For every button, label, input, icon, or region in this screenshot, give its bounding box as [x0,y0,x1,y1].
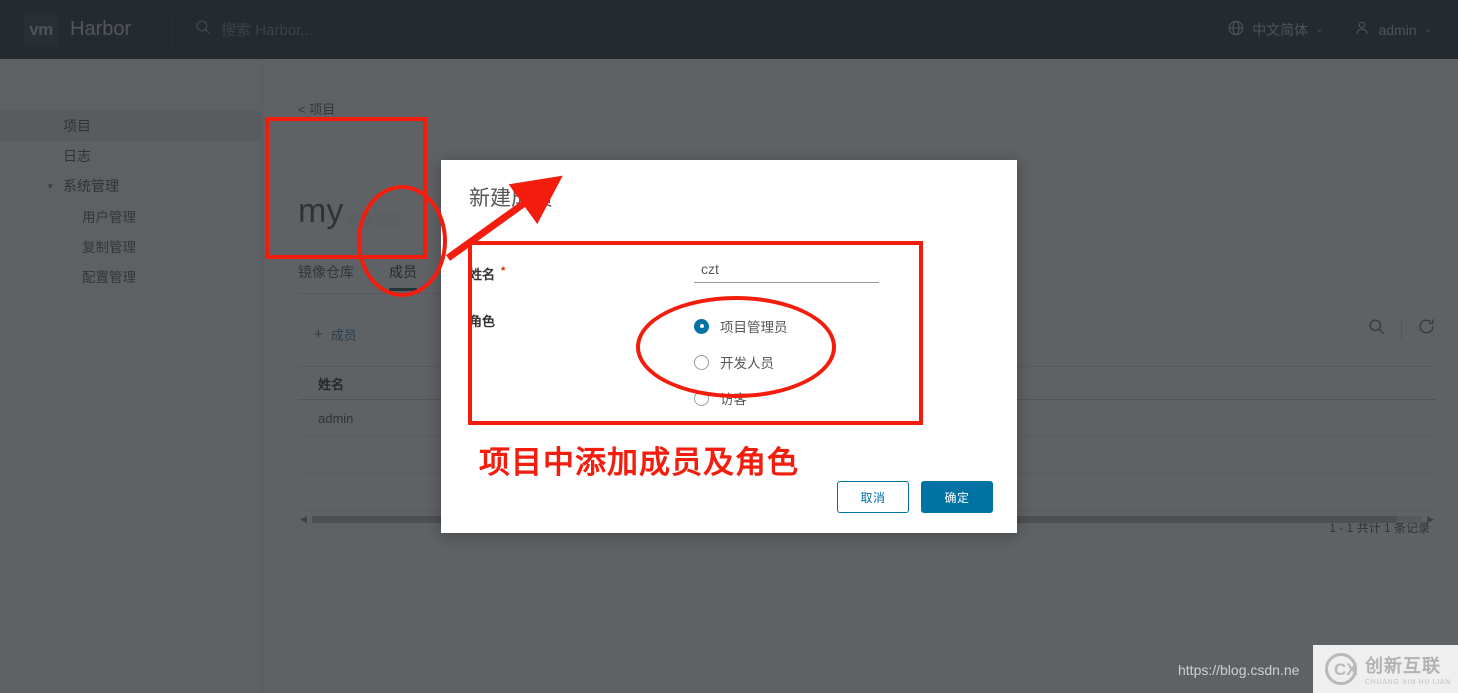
badge-pinyin: CHUANG XIN HU LIAN [1365,679,1452,686]
radio-icon[interactable] [694,390,709,406]
dialog-title: 新建成员 [469,187,553,210]
confirm-button[interactable]: 确定 [921,481,993,513]
name-label-text: 姓名 [469,267,496,282]
radio-option-project-admin[interactable]: 项目管理员 [694,308,788,344]
badge-text: 创新互联 CHUANG XIN HU LIAN [1365,652,1451,686]
radio-icon[interactable] [694,354,709,370]
form-row-role: 角色 项目管理员 开发人员 访客 [469,305,989,416]
screen: vm Harbor 搜索 Harbor... [0,0,1458,693]
badge-chinese-name: 创新互联 [1365,656,1441,676]
name-input[interactable] [694,258,879,283]
required-asterisk: * [501,264,506,277]
radio-option-developer[interactable]: 开发人员 [694,344,788,380]
role-radio-group: 项目管理员 开发人员 访客 [694,305,788,416]
cx-logo-text: CX [1334,660,1358,679]
radio-label: 开发人员 [720,356,774,371]
site-logo-badge: CX 创新互联 CHUANG XIN HU LIAN [1313,645,1458,693]
form-row-name: 姓名 * [469,258,989,283]
radio-option-guest[interactable]: 访客 [694,380,788,416]
add-member-form: 姓名 * 角色 项目管理员 开发人员 访客 [469,258,989,438]
annotation-caption: 项目中添加成员及角色 [479,445,799,480]
role-label: 角色 [469,314,496,329]
radio-label: 访客 [720,392,747,407]
name-label: 姓名 * [469,258,694,283]
dialog-actions: 取消 确定 [837,481,993,513]
cx-logo-icon: CX [1325,653,1358,685]
radio-icon-selected[interactable] [694,318,709,334]
watermark-url: https://blog.csdn.ne [1178,662,1300,678]
cancel-button[interactable]: 取消 [837,481,909,513]
radio-label: 项目管理员 [720,320,788,335]
